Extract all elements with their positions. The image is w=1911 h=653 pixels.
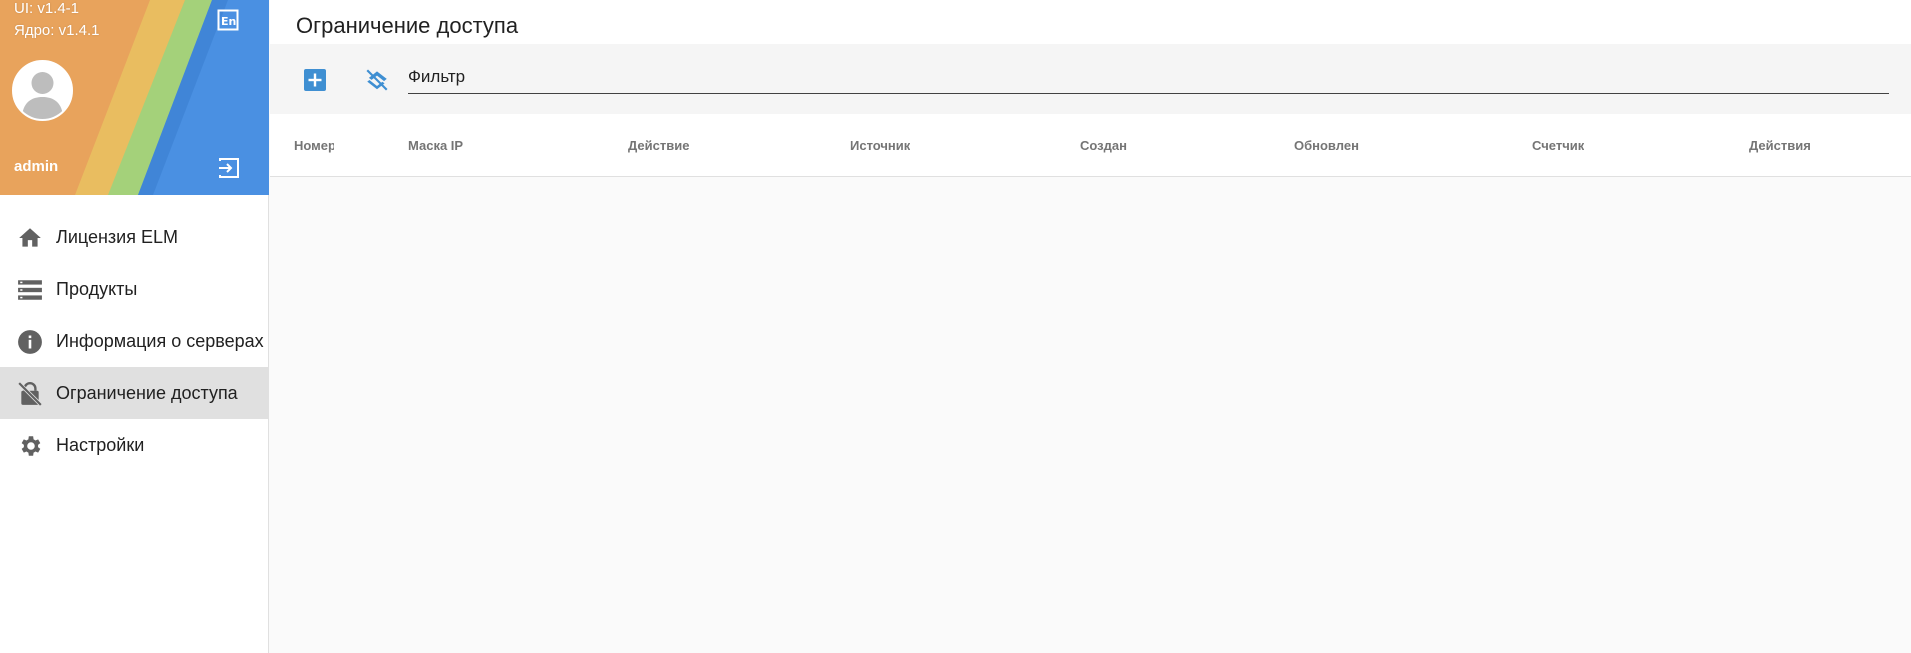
app-root: UI: v1.4-1 Ядро: v1.4.1 En admin Лицензи… bbox=[0, 0, 1911, 653]
version-core: Ядро: v1.4.1 bbox=[14, 22, 100, 39]
language-switch-button[interactable]: En bbox=[217, 9, 239, 31]
sidebar-item-settings[interactable]: Настройки bbox=[0, 419, 268, 471]
sidebar-item-label: Информация о серверах bbox=[56, 330, 264, 351]
page-title: Ограничение доступа bbox=[296, 13, 519, 38]
clear-filter-button[interactable] bbox=[364, 67, 392, 95]
user-avatar-icon bbox=[14, 62, 71, 119]
column-header-created[interactable]: Создан bbox=[1080, 138, 1127, 153]
list-icon bbox=[18, 280, 42, 300]
sidebar-item-label: Лицензия ELM bbox=[56, 226, 178, 247]
sidebar-item-products[interactable]: Продукты bbox=[0, 263, 268, 315]
sidebar-header: UI: v1.4-1 Ядро: v1.4.1 En admin bbox=[0, 0, 269, 195]
column-header-source[interactable]: Источник bbox=[850, 138, 910, 153]
svg-text:En: En bbox=[221, 15, 236, 28]
column-header-ip-mask[interactable]: Маска IP bbox=[408, 138, 463, 153]
version-ui: UI: v1.4-1 bbox=[14, 0, 80, 17]
toolbar bbox=[270, 44, 1911, 114]
page-title-bar: Ограничение доступа bbox=[270, 0, 1911, 44]
sidebar-item-license[interactable]: Лицензия ELM bbox=[0, 211, 268, 263]
sidebar-nav: Лицензия ELM Продукты Информация о серве… bbox=[0, 211, 268, 471]
avatar bbox=[12, 60, 73, 121]
filter-input[interactable] bbox=[408, 58, 1889, 93]
add-rule-button[interactable] bbox=[303, 68, 331, 96]
sidebar-item-label: Продукты bbox=[56, 278, 138, 299]
logout-button[interactable] bbox=[217, 156, 241, 180]
rules-table-header: Номер Маска IP Действие Источник Создан … bbox=[270, 114, 1911, 177]
lock-off-icon bbox=[17, 381, 43, 407]
username: admin bbox=[14, 158, 59, 175]
column-header-actions: Действия bbox=[1749, 138, 1811, 153]
column-header-counter[interactable]: Счетчик bbox=[1532, 138, 1584, 153]
gear-icon bbox=[21, 436, 41, 456]
filter-field bbox=[408, 58, 1889, 94]
sidebar-item-server-info[interactable]: Информация о серверах bbox=[0, 315, 268, 367]
language-en-icon: En bbox=[217, 9, 239, 31]
main-content: Ограничение доступа Фильтр Номер Маска I… bbox=[270, 0, 1911, 653]
column-header-action[interactable]: Действие bbox=[628, 138, 689, 153]
home-icon bbox=[19, 228, 41, 247]
sidebar: UI: v1.4-1 Ядро: v1.4.1 En admin Лицензи… bbox=[0, 0, 269, 653]
sidebar-item-access-restriction[interactable]: Ограничение доступа bbox=[0, 367, 268, 419]
column-header-updated[interactable]: Обновлен bbox=[1294, 138, 1359, 153]
logout-icon bbox=[219, 158, 239, 178]
sidebar-item-label: Настройки bbox=[56, 434, 145, 455]
layers-clear-icon bbox=[366, 69, 388, 91]
sidebar-item-label: Ограничение доступа bbox=[56, 382, 238, 403]
info-icon bbox=[18, 330, 42, 354]
add-box-icon bbox=[304, 69, 326, 91]
column-header-number[interactable]: Номер bbox=[294, 138, 334, 153]
